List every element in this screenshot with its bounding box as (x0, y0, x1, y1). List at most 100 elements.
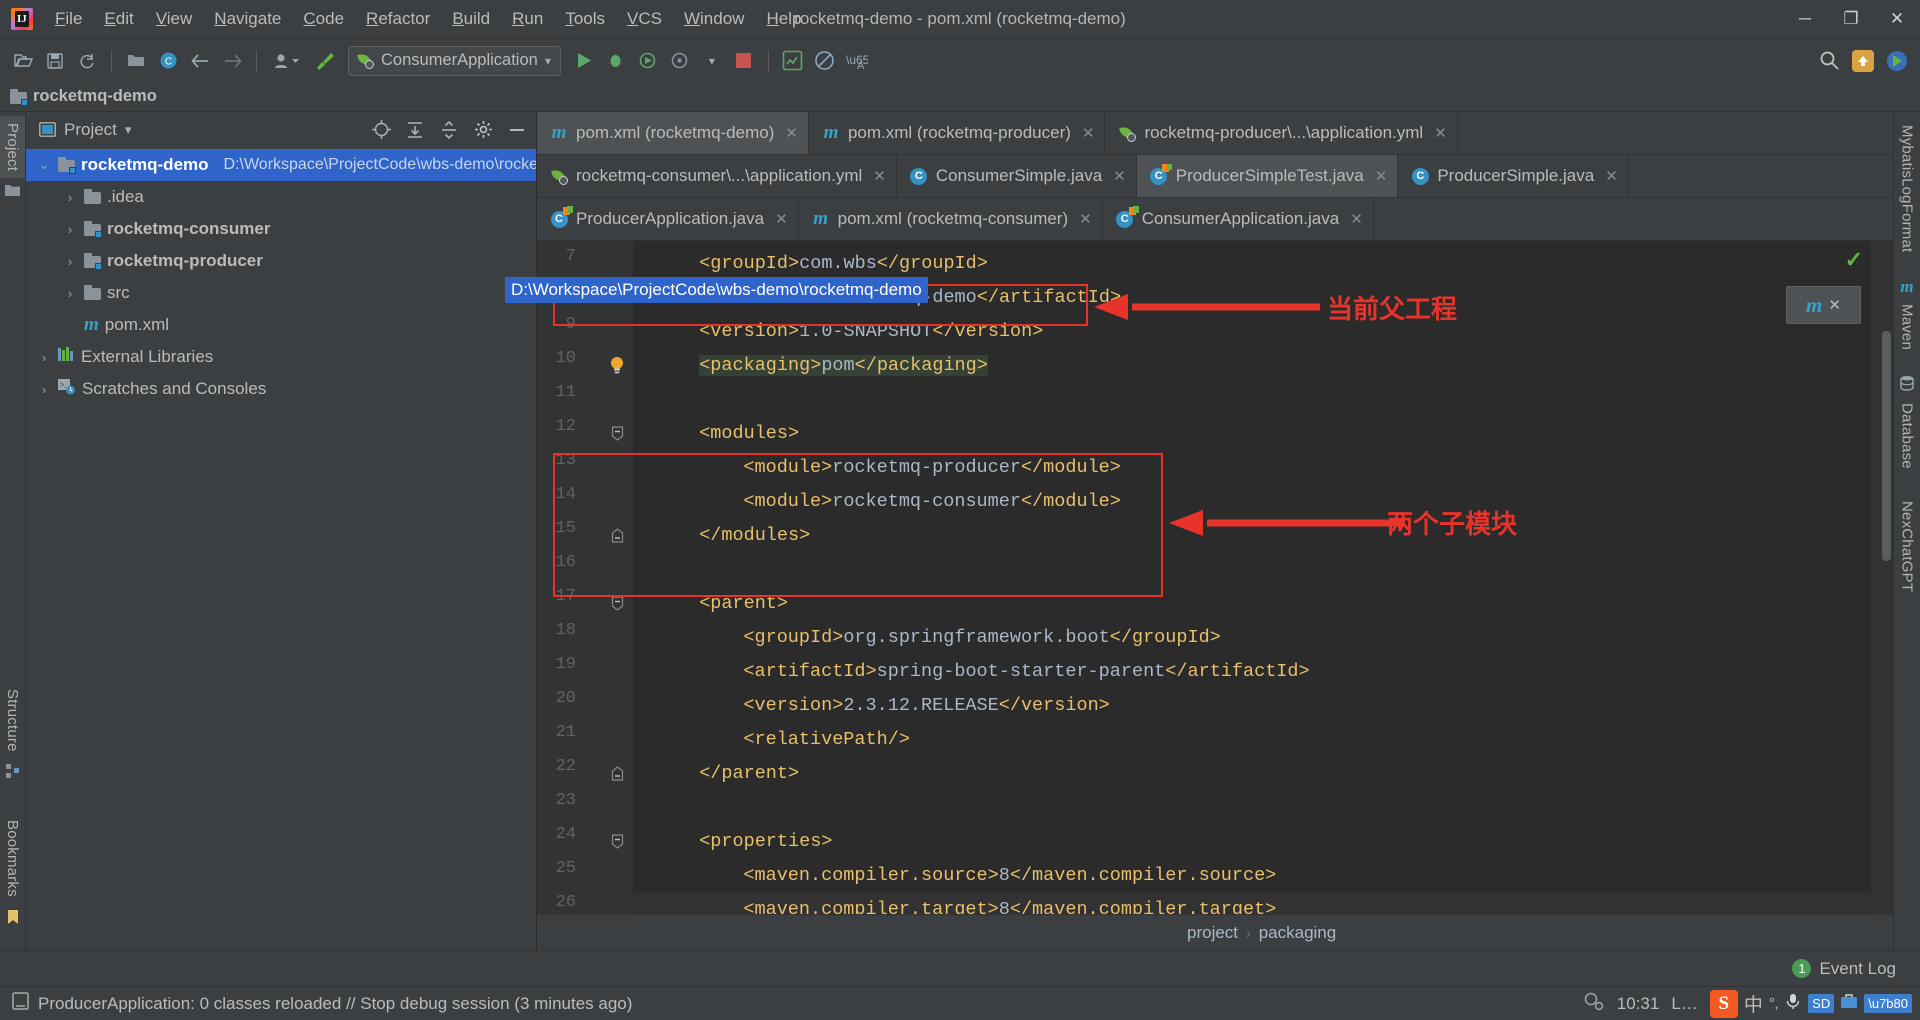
editor-tab-pom-xml-rocketmq-consumer-[interactable]: m pom.xml (rocketmq-consumer) ✕ (799, 198, 1103, 240)
code-line-9[interactable]: <version>1.0-SNAPSHOT</version> (699, 315, 1043, 349)
maven-reload-icon[interactable]: m (1806, 293, 1822, 318)
collapse-all-icon[interactable] (436, 117, 462, 143)
code-line-7[interactable]: <groupId>com.wbs</groupId> (699, 247, 988, 281)
editor-tab-producersimpletest-java[interactable]: C ProducerSimpleTest.java ✕ (1136, 155, 1399, 197)
tree-node-rocketmq-consumer[interactable]: › rocketmq-consumer (26, 213, 536, 245)
maximize-button[interactable]: ❐ (1828, 0, 1874, 39)
hide-icon[interactable] (504, 117, 530, 143)
save-icon[interactable] (40, 46, 70, 76)
stripe-button-maven[interactable]: Maven (1895, 297, 1920, 357)
ime-keyboard-icon[interactable]: SD (1808, 994, 1835, 1013)
code-line-24[interactable]: <properties> (699, 825, 832, 859)
tree-expand-arrow[interactable]: › (36, 350, 52, 365)
code-line-26[interactable]: <maven.compiler.target>8</maven.compiler… (743, 893, 1276, 914)
block-button[interactable] (810, 46, 840, 76)
chevron-down-icon-2[interactable]: ▾ (697, 46, 727, 76)
update-button[interactable] (1848, 46, 1878, 76)
language-indicator[interactable]: L… (1671, 994, 1697, 1014)
editor-tab-rows[interactable]: m pom.xml (rocketmq-demo) ✕ m pom.xml (rocke… (537, 112, 1893, 241)
close-icon[interactable]: ✕ (1079, 210, 1092, 228)
fold-collapse-icon[interactable] (611, 834, 624, 852)
close-button[interactable]: ✕ (1874, 0, 1920, 39)
marker-gutter[interactable] (1871, 241, 1893, 914)
profiler-button[interactable] (665, 46, 695, 76)
close-icon[interactable]: ✕ (1113, 167, 1126, 185)
search-button[interactable] (1814, 46, 1844, 76)
stripe-folder-icon[interactable] (5, 178, 20, 206)
code-editor[interactable]: 7 8 9 10 11 12 13 14 15 16 17 18 19 20 21 22 23 24 25 26 <g… (537, 241, 1893, 914)
intention-bulb-icon[interactable] (609, 356, 627, 374)
sogou-ime-icon[interactable]: S (1709, 989, 1738, 1018)
tree-node-src[interactable]: › src (26, 277, 536, 309)
tree-node-external-libraries[interactable]: › External Libraries (26, 341, 536, 373)
editor-tab-rocketmq-consumer-application-yml[interactable]: rocketmq-consumer\...\application.yml ✕ (537, 155, 897, 197)
tree-expand-arrow[interactable]: › (62, 254, 78, 269)
menu-item-window[interactable]: Window (673, 5, 755, 33)
tree-expand-arrow[interactable]: › (62, 286, 78, 301)
editor-tab-consumerapplication-java[interactable]: C ConsumerApplication.java ✕ (1103, 198, 1374, 240)
stripe-button-database[interactable]: Database (1895, 396, 1920, 476)
menu-bar[interactable]: File Edit View Navigate Code Refactor Build Run… (44, 5, 812, 33)
close-icon[interactable]: ✕ (1350, 210, 1363, 228)
module-icon[interactable] (121, 46, 151, 76)
window-controls[interactable]: ─ ❐ ✕ (1782, 0, 1920, 39)
compile-icon[interactable]: C (153, 46, 183, 76)
tree-node-rocketmq-producer[interactable]: › rocketmq-producer (26, 245, 536, 277)
menu-item-run[interactable]: Run (501, 5, 554, 33)
inspection-status-ok[interactable]: ✓ (1845, 247, 1863, 273)
ime-mic-icon[interactable] (1784, 992, 1802, 1015)
locate-icon[interactable] (368, 117, 394, 143)
editor-tab-producersimple-java[interactable]: C ProducerSimple.java ✕ (1398, 155, 1629, 197)
stripe-button-bookmarks[interactable]: Bookmarks (0, 813, 25, 904)
code-line-25[interactable]: <maven.compiler.source>8</maven.compiler… (743, 859, 1276, 893)
close-icon[interactable]: ✕ (775, 210, 788, 228)
stripe-button-structure[interactable]: Structure (0, 682, 25, 759)
chart-button[interactable] (778, 46, 808, 76)
run-with-coverage-button[interactable] (633, 46, 663, 76)
maven-reload-popup[interactable]: m ✕ (1786, 286, 1861, 324)
tree-expand-arrow[interactable]: › (62, 190, 78, 205)
editor-tab-consumersimple-java[interactable]: C ConsumerSimple.java ✕ (897, 155, 1137, 197)
menu-item-vcs[interactable]: VCS (616, 5, 673, 33)
close-icon[interactable]: ✕ (1828, 296, 1841, 314)
structure-icon[interactable] (5, 758, 20, 787)
ime-panel[interactable]: S 中 °‚ SD \u7b80 (1709, 989, 1912, 1018)
event-log-label[interactable]: Event Log (1819, 959, 1896, 979)
breadcrumb-item-packaging[interactable]: packaging (1259, 923, 1337, 943)
hammer-icon[interactable] (310, 46, 340, 76)
debug-button[interactable] (601, 46, 631, 76)
code-line-19[interactable]: <artifactId>spring-boot-starter-parent</… (743, 655, 1309, 689)
tree-expand-arrow[interactable]: › (62, 222, 78, 237)
editor-gutter[interactable]: 7891011121314151617181920212223242526 (537, 241, 633, 914)
run-configuration-selector[interactable]: ConsumerApplication ▾ (348, 45, 561, 76)
tree-node-scratches-and-consoles[interactable]: › >_ Scratches and Consoles (26, 373, 536, 405)
tree-node--idea[interactable]: › .idea (26, 181, 536, 213)
code-text[interactable]: <groupId>com.wbs</groupId><artifactId>ro… (633, 241, 1871, 914)
menu-item-tools[interactable]: Tools (554, 5, 616, 33)
code-line-22[interactable]: </parent> (699, 757, 799, 791)
code-line-14[interactable]: <module>rocketmq-consumer</module> (743, 485, 1120, 519)
menu-item-refactor[interactable]: Refactor (355, 5, 441, 33)
chevron-down-icon[interactable]: ▾ (125, 122, 132, 138)
tool-window-bar[interactable]: 1 Event Log (0, 950, 1920, 986)
open-folder-icon[interactable] (8, 46, 38, 76)
code-line-13[interactable]: <module>rocketmq-producer</module> (743, 451, 1120, 485)
settings-icon[interactable] (470, 117, 496, 143)
close-icon[interactable]: ✕ (1434, 124, 1447, 142)
ime-punctuation-indicator[interactable]: °‚ (1769, 995, 1778, 1012)
user-icon[interactable] (266, 46, 308, 76)
code-line-21[interactable]: <relativePath/> (743, 723, 910, 757)
navbar-project-name[interactable]: rocketmq-demo (33, 87, 157, 106)
editor-tab-rocketmq-producer-application-yml[interactable]: rocketmq-producer\...\application.yml ✕ (1105, 112, 1458, 154)
back-arrow-icon[interactable] (185, 46, 215, 76)
run-button[interactable] (569, 46, 599, 76)
project-tree[interactable]: ⌄ rocketmq-demo D:\Workspace\ProjectCode\w… (26, 147, 536, 950)
tree-expand-arrow[interactable]: ⌄ (36, 157, 52, 173)
breadcrumb[interactable]: project › packaging (537, 914, 1893, 950)
menu-item-help[interactable]: Help (755, 5, 812, 33)
translate-button[interactable]: \u6587A (842, 46, 872, 76)
menu-item-edit[interactable]: Edit (93, 5, 144, 33)
fold-collapse-icon[interactable] (611, 426, 624, 444)
code-line-15[interactable]: </modules> (699, 519, 810, 553)
menu-item-file[interactable]: File (44, 5, 93, 33)
